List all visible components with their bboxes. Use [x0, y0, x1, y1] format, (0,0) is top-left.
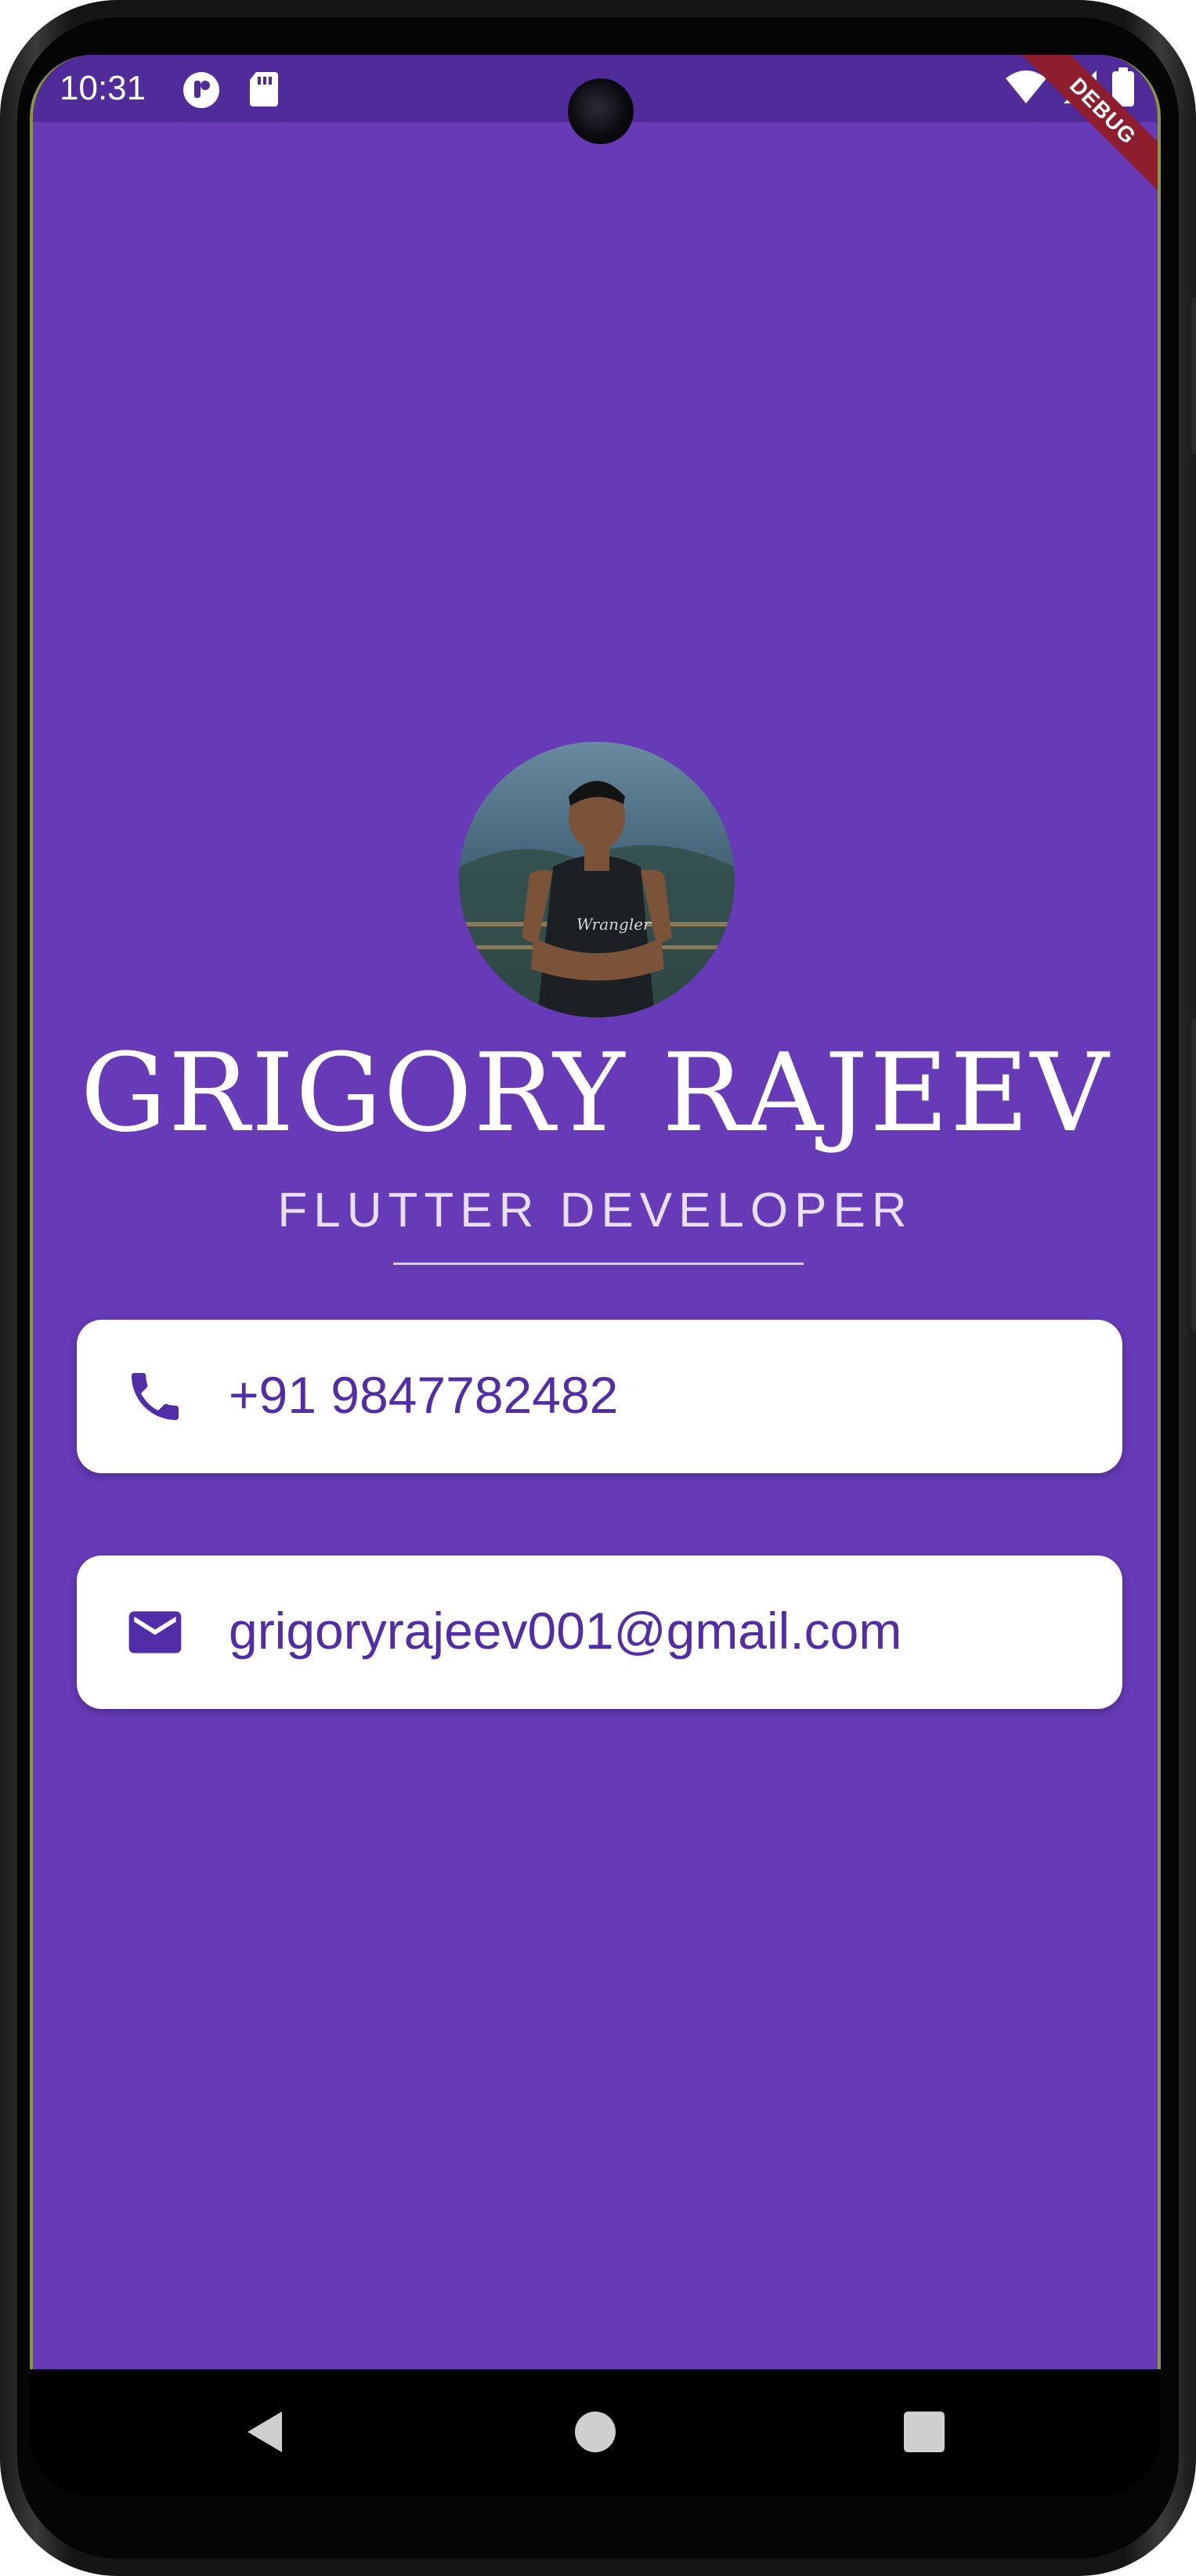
profile-avatar: Wrangler [459, 742, 735, 1017]
app-screen: 10:31 DEBUG Wrangler GRIGORY RAJEEV FLUT… [30, 55, 1161, 2369]
mail-icon [124, 1601, 186, 1664]
home-icon[interactable] [572, 2408, 619, 2459]
phone-icon [124, 1365, 186, 1428]
profile-job-title: FLUTTER DEVELOPER [277, 1183, 913, 1237]
phone-number: +91 9847782482 [229, 1366, 619, 1424]
email-address: grigoryrajeev001@gmail.com [229, 1602, 902, 1660]
profile-photo: Wrangler [459, 742, 735, 1017]
navigation-bar [30, 2369, 1161, 2496]
notification-icon [182, 70, 221, 113]
phone-contact-card[interactable]: +91 9847782482 [77, 1320, 1122, 1473]
status-bar: 10:31 [33, 55, 1158, 144]
front-camera [568, 78, 634, 144]
power-button [1191, 1018, 1196, 1331]
volume-button [1191, 298, 1196, 454]
email-contact-card[interactable]: grigoryrajeev001@gmail.com [77, 1555, 1122, 1709]
profile-name: GRIGORY RAJEEV [80, 1030, 1111, 1156]
svg-text:Wrangler: Wrangler [576, 915, 652, 934]
divider [393, 1263, 804, 1265]
back-icon[interactable] [243, 2408, 290, 2459]
status-time: 10:31 [60, 69, 146, 107]
recents-icon[interactable] [901, 2408, 948, 2459]
sd-card-icon [248, 70, 280, 111]
